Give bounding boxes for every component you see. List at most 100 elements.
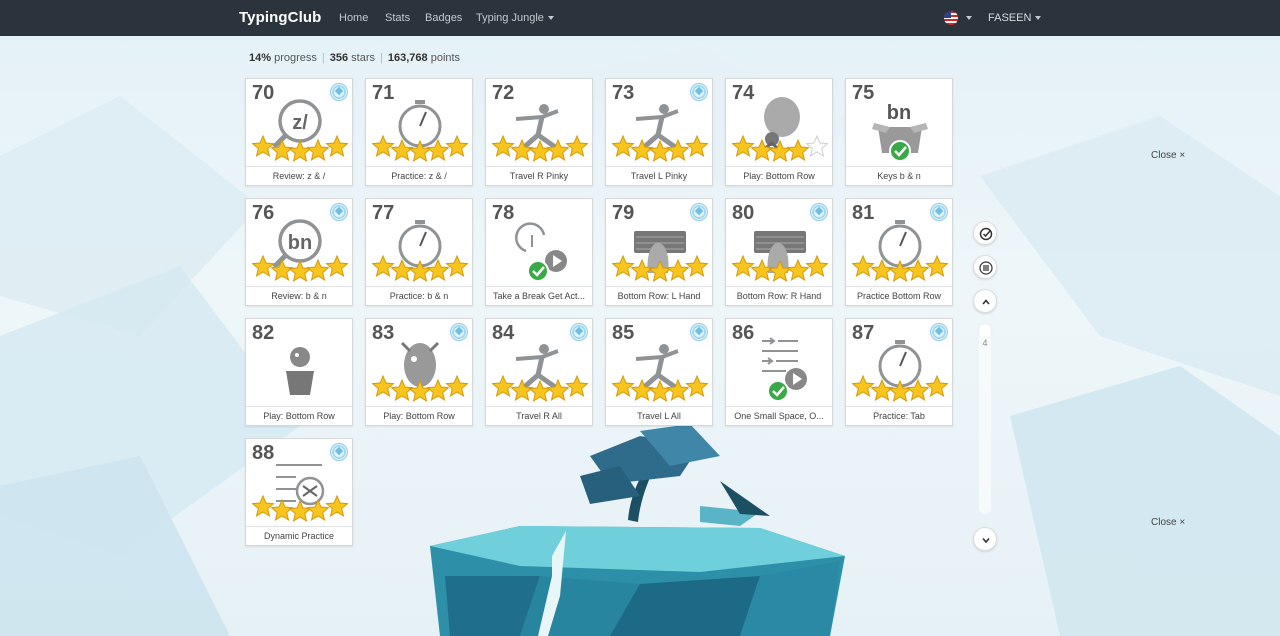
lesson-tile-78[interactable]: 78 Take a Break Get Act...: [485, 198, 593, 306]
lesson-tile-75[interactable]: bn 75 Keys b & n: [845, 78, 953, 186]
lesson-title: Practice: b & n: [366, 286, 472, 305]
badge-icon: [930, 323, 948, 341]
user-menu-dropdown[interactable]: FASEEN: [988, 12, 1042, 24]
star-filled-icon: [565, 375, 588, 397]
close-label: Close: [1151, 517, 1177, 528]
scroll-thumb[interactable]: [979, 324, 991, 338]
lesson-number: 75: [852, 82, 875, 104]
star-filled-icon: [306, 498, 330, 521]
lesson-title: One Small Space, O...: [726, 406, 832, 425]
star-rating: [732, 255, 828, 282]
lesson-tile-70[interactable]: z/70 Review: z & /: [245, 78, 353, 186]
lesson-number: 79: [612, 202, 635, 224]
star-filled-icon: [666, 378, 690, 401]
lesson-number: 82: [252, 322, 275, 344]
stars-label: stars: [351, 52, 376, 64]
menu-button[interactable]: [973, 255, 997, 279]
star-filled-icon: [732, 135, 755, 157]
lesson-number: 83: [372, 322, 395, 344]
lesson-tile-77[interactable]: 77 Practice: b & n: [365, 198, 473, 306]
lesson-tile-73[interactable]: 73 Travel L Pinky: [605, 78, 713, 186]
star-filled-icon: [528, 139, 552, 162]
nav-badges-link[interactable]: Badges: [425, 12, 462, 24]
lesson-title: Travel L Pinky: [606, 166, 712, 185]
badge-icon: [690, 323, 708, 341]
star-filled-icon: [768, 139, 792, 162]
lesson-tile-86[interactable]: 86 One Small Space, O...: [725, 318, 833, 426]
lesson-tile-83[interactable]: 83 Play: Bottom Row: [365, 318, 473, 426]
lesson-number: 88: [252, 442, 275, 464]
nav-typing-jungle-dropdown[interactable]: Typing Jungle: [476, 12, 554, 24]
lesson-tile-76[interactable]: bn 76 Review: b & n: [245, 198, 353, 306]
badge-icon: [330, 203, 348, 221]
nav-home-link[interactable]: Home: [339, 12, 368, 24]
lesson-number: 78: [492, 202, 515, 224]
username: FASEEN: [988, 12, 1032, 24]
lesson-tile-87[interactable]: 87 Practice: Tab: [845, 318, 953, 426]
star-filled-icon: [786, 258, 810, 281]
star-rating: [372, 375, 468, 402]
star-filled-icon: [648, 139, 672, 162]
nav-stats-link[interactable]: Stats: [385, 12, 410, 24]
lesson-tile-80[interactable]: 80 Bottom Row: R Hand: [725, 198, 833, 306]
scroll-up-button[interactable]: [973, 289, 997, 313]
star-filled-icon: [325, 255, 348, 277]
us-flag-icon[interactable]: [944, 11, 958, 25]
lesson-number: 85: [612, 322, 635, 344]
star-rating: [852, 375, 948, 402]
language-chevron-down-icon[interactable]: [966, 16, 972, 20]
star-filled-icon: [685, 375, 708, 397]
close-link-bottom[interactable]: Close ×: [1151, 517, 1185, 528]
lesson-tile-85[interactable]: 85 Travel L All: [605, 318, 713, 426]
star-filled-icon: [426, 378, 450, 401]
chevron-down-icon: [1035, 16, 1042, 21]
lesson-tile-72[interactable]: 72 Travel R Pinky: [485, 78, 593, 186]
star-filled-icon: [768, 259, 792, 282]
star-filled-icon: [870, 378, 894, 401]
lesson-title: Travel L All: [606, 406, 712, 425]
star-filled-icon: [925, 255, 948, 277]
lesson-tile-79[interactable]: 79 Bottom Row: L Hand: [605, 198, 713, 306]
lesson-title: Dynamic Practice: [246, 526, 352, 545]
progress-percent-label: progress: [274, 52, 317, 64]
close-icon: ×: [1179, 517, 1186, 528]
close-link-top[interactable]: Close ×: [1151, 150, 1185, 161]
scroll-down-button[interactable]: [973, 527, 997, 551]
lesson-tile-81[interactable]: 81 Practice Bottom Row: [845, 198, 953, 306]
star-filled-icon: [372, 135, 395, 157]
page-number: 4: [982, 338, 988, 348]
lesson-number: 84: [492, 322, 515, 344]
star-filled-icon: [648, 259, 672, 282]
star-filled-icon: [906, 378, 930, 401]
page-scrollbar[interactable]: [979, 324, 991, 514]
star-filled-icon: [492, 375, 515, 397]
star-filled-icon: [390, 138, 414, 161]
star-filled-icon: [630, 258, 654, 281]
chevron-up-icon: [982, 299, 990, 305]
lesson-number: 70: [252, 82, 275, 104]
lesson-tile-82[interactable]: 82 Play: Bottom Row: [245, 318, 353, 426]
star-filled-icon: [288, 139, 312, 162]
star-rating: [372, 255, 468, 282]
lesson-tile-71[interactable]: 71 Practice: z & /: [365, 78, 473, 186]
lesson-title: Travel R Pinky: [486, 166, 592, 185]
points-label: points: [430, 52, 461, 64]
star-rating: [732, 135, 828, 162]
points-count: 163,768: [387, 52, 428, 64]
star-filled-icon: [546, 138, 570, 161]
check-progress-button[interactable]: [973, 221, 997, 245]
star-rating: [252, 255, 348, 282]
star-filled-icon: [666, 258, 690, 281]
star-filled-icon: [270, 498, 294, 521]
star-filled-icon: [888, 379, 912, 402]
star-filled-icon: [445, 255, 468, 277]
star-filled-icon: [612, 255, 635, 277]
lesson-tile-74[interactable]: 74 Play: Bottom Row: [725, 78, 833, 186]
lesson-title: Play: Bottom Row: [726, 166, 832, 185]
lesson-tile-84[interactable]: 84 Travel R All: [485, 318, 593, 426]
brand-logo[interactable]: TypingClub: [239, 9, 321, 26]
progress-summary: 14% progress | 356 stars | 163,768 points: [249, 52, 461, 64]
lesson-tile-88[interactable]: 88 Dynamic Practice: [245, 438, 353, 546]
star-empty-icon: [805, 135, 828, 157]
stars-count: 356: [329, 52, 349, 64]
